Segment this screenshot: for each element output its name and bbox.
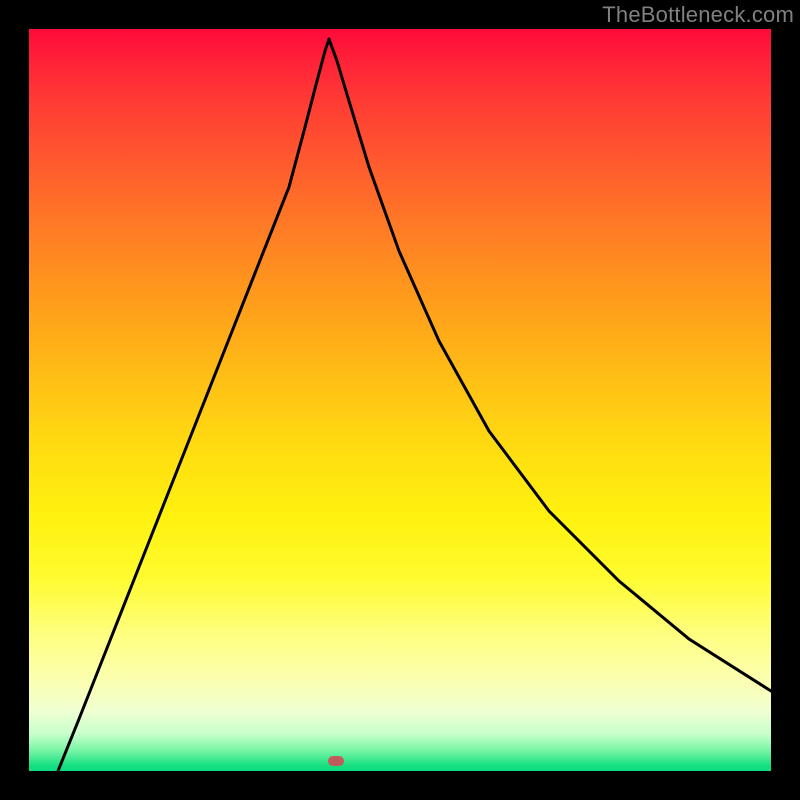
plot-area: [29, 29, 771, 771]
minimum-marker: [328, 756, 344, 766]
curve-left-branch: [58, 39, 329, 771]
curve-right-branch: [329, 39, 771, 691]
watermark-text: TheBottleneck.com: [602, 2, 794, 28]
bottleneck-curve: [29, 29, 771, 771]
chart-frame: TheBottleneck.com: [0, 0, 800, 800]
